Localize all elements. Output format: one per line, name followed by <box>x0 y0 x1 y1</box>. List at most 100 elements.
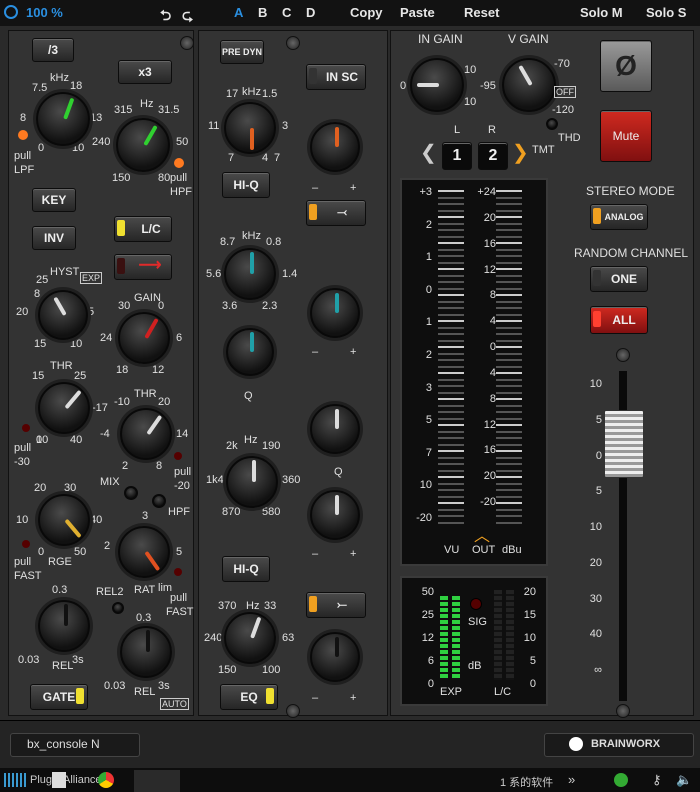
paste-button[interactable]: Paste <box>400 5 435 20</box>
in-gain-knob[interactable] <box>410 58 464 112</box>
screw-icon <box>616 704 630 718</box>
gain-knob[interactable] <box>118 312 170 364</box>
chrome-icon[interactable] <box>98 772 114 788</box>
hpf-switch[interactable] <box>152 494 166 508</box>
lc-button[interactable]: L/C <box>114 216 172 242</box>
vu-segment <box>496 209 522 212</box>
in-sc-button[interactable]: IN SC <box>306 64 366 90</box>
rel2k-knob[interactable] <box>120 626 172 678</box>
hf-shelf-button[interactable]: ⤙ <box>306 200 366 226</box>
inv-button[interactable]: INV <box>32 226 76 250</box>
channel-2-button[interactable]: 2 <box>478 142 508 170</box>
channel-l-label: L <box>454 124 461 136</box>
thr1-scale: -17 <box>92 402 108 414</box>
rat-knob[interactable] <box>118 526 170 578</box>
vu-segment <box>496 391 522 394</box>
div3-button[interactable]: /3 <box>32 38 74 62</box>
slot-c-button[interactable]: C <box>282 5 291 20</box>
hpf-knob[interactable] <box>116 118 170 172</box>
rat-scale: 5 <box>176 546 183 558</box>
close-icon[interactable] <box>614 773 628 787</box>
chevron-right-icon[interactable]: ❯ <box>512 140 529 165</box>
hmf-freq-knob[interactable] <box>224 248 276 300</box>
taskbar-overflow-icon[interactable]: » <box>568 772 575 787</box>
hpf-scale: 240 <box>92 136 111 148</box>
chevron-left-icon[interactable]: ❮ <box>420 140 437 165</box>
slot-b-button[interactable]: B <box>258 5 267 20</box>
hmf-scale: 3.6 <box>222 300 238 312</box>
lf-scale: 63 <box>282 632 295 644</box>
solo-s-button[interactable]: Solo S <box>646 5 686 20</box>
hf-gain-knob[interactable] <box>310 122 360 172</box>
phase-invert-button[interactable]: Ø <box>600 40 652 92</box>
channel-1-button[interactable]: 1 <box>442 142 472 170</box>
all-button[interactable]: ALL <box>590 306 648 334</box>
vu-segment <box>496 307 522 309</box>
output-fader[interactable] <box>604 410 644 478</box>
analog-button[interactable]: ANALOG <box>590 204 648 230</box>
hmf-q-knob[interactable] <box>226 328 274 376</box>
rge-scale: 10 <box>16 514 29 526</box>
vu-segment <box>496 456 522 459</box>
pre-dyn-button[interactable]: PRE DYN <box>220 40 264 64</box>
mix-switch[interactable] <box>124 486 138 500</box>
v-gain-knob[interactable] <box>502 58 556 112</box>
lpf-knob[interactable] <box>36 92 90 146</box>
vu-tick-right: 20 <box>483 470 496 483</box>
hyst-knob[interactable] <box>38 290 88 340</box>
zoom-level[interactable]: 100 % <box>26 5 63 20</box>
lf-freq-knob[interactable] <box>224 612 276 664</box>
vu-segment <box>496 404 522 407</box>
hf-freq-knob[interactable] <box>224 102 276 154</box>
reset-button[interactable]: Reset <box>464 5 499 20</box>
sidechain-arrow-button[interactable]: ⟶ <box>114 254 172 280</box>
lmf-freq-knob[interactable] <box>226 456 278 508</box>
screw-icon <box>616 348 630 362</box>
screw-icon <box>286 36 300 50</box>
thr2-knob[interactable] <box>120 408 172 460</box>
x3-button[interactable]: x3 <box>118 60 172 84</box>
lmf-q-knob[interactable] <box>310 404 360 454</box>
key-icon[interactable]: ⚷ <box>652 772 662 788</box>
hmf-q-label: Q <box>244 390 253 402</box>
vu-segment <box>438 281 464 283</box>
slot-a-button[interactable]: A <box>234 5 243 20</box>
lmf-gain-knob[interactable] <box>310 490 360 540</box>
gate-button[interactable]: GATE <box>30 684 88 710</box>
fader-tick: 40 <box>589 628 602 641</box>
rel1-knob[interactable] <box>38 600 90 652</box>
volume-icon[interactable]: 🔈 <box>676 772 692 788</box>
taskbar-window-label[interactable]: 1 系的软件 <box>500 774 553 790</box>
taskbar-window-thumb[interactable] <box>134 770 180 792</box>
eq-button[interactable]: EQ <box>220 684 278 710</box>
hiq2-button[interactable]: HI-Q <box>222 556 270 582</box>
copy-button[interactable]: Copy <box>350 5 383 20</box>
mute-button[interactable]: Mute <box>600 110 652 162</box>
hiq1-button[interactable]: HI-Q <box>222 172 270 198</box>
rel2-switch[interactable] <box>112 602 124 614</box>
vu-segment <box>438 456 464 459</box>
solo-m-button[interactable]: Solo M <box>580 5 623 20</box>
slot-d-button[interactable]: D <box>306 5 315 20</box>
thd-switch[interactable] <box>546 118 558 130</box>
lf-gain-knob[interactable] <box>310 632 360 682</box>
model-name-plate: bx_console N <box>10 733 140 757</box>
v-gain-label: V GAIN <box>508 32 549 46</box>
rge-knob[interactable] <box>38 494 90 546</box>
vu-segment <box>438 469 464 472</box>
file-icon[interactable] <box>52 772 66 788</box>
vu-segment <box>438 274 464 277</box>
vu-segment <box>438 190 464 192</box>
key-button[interactable]: KEY <box>32 188 76 212</box>
one-button[interactable]: ONE <box>590 266 648 292</box>
hmf-gain-knob[interactable] <box>310 288 360 338</box>
lmf-gain-plus: + <box>350 548 357 560</box>
lf-shelf-button[interactable]: ⤚ <box>306 592 366 618</box>
vu-tick-left: 2 <box>425 349 432 361</box>
lmf-q-label: Q <box>334 466 343 478</box>
lf-gain-plus: + <box>350 692 357 704</box>
hyst-scale: 8 <box>34 288 41 300</box>
zoom-icon[interactable] <box>4 5 18 19</box>
thr1-knob[interactable] <box>38 382 90 434</box>
vu-tick-left: 5 <box>425 414 432 427</box>
